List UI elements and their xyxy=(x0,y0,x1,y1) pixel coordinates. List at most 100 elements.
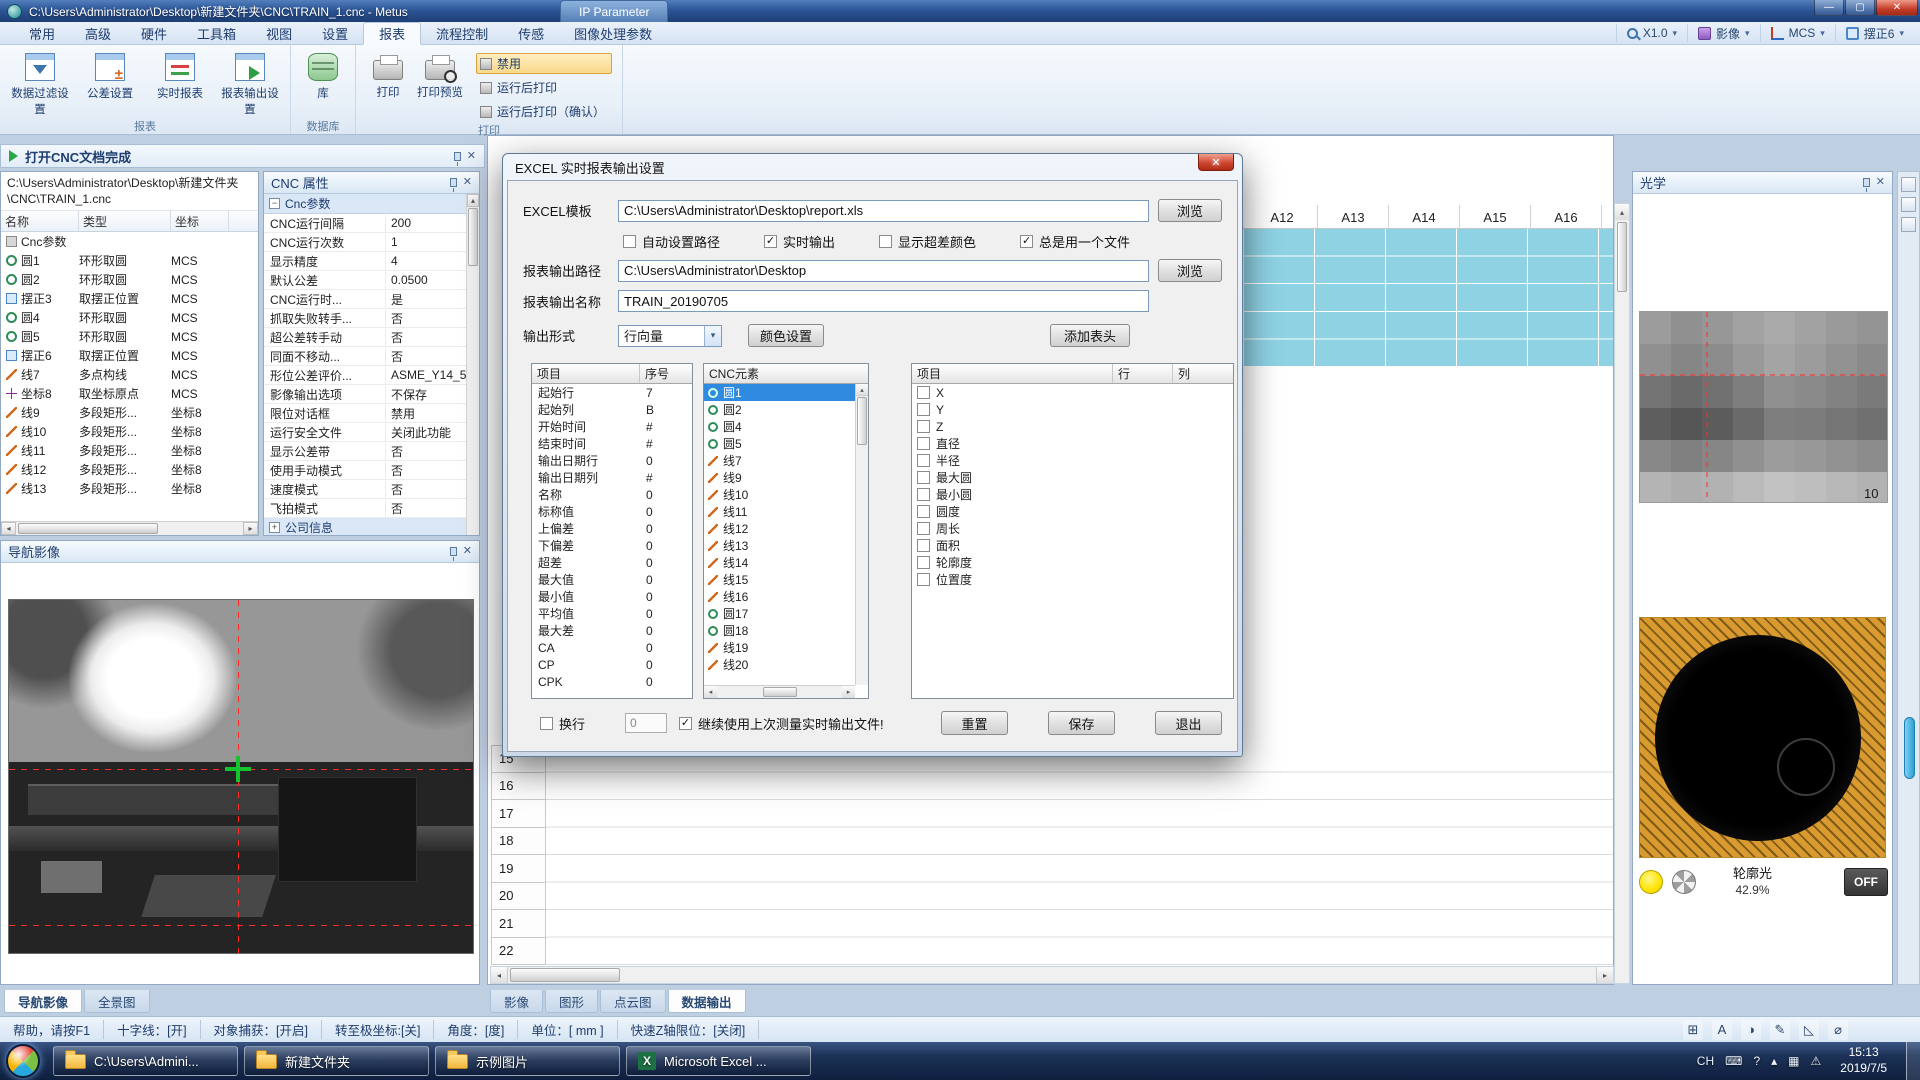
column-item[interactable]: 项目 xyxy=(912,364,1113,383)
cnc-panel-vscrollbar[interactable]: ▴ xyxy=(466,194,479,535)
sheet-row-header[interactable]: 22 xyxy=(491,938,546,966)
dialog-titlebar[interactable]: EXCEL 实时报表输出设置 ✕ xyxy=(507,154,1238,180)
checkbox-icon[interactable] xyxy=(917,573,930,586)
field-row[interactable]: 最小值 0 xyxy=(532,588,692,605)
output-name-input[interactable] xyxy=(618,290,1149,312)
view-dock-tab[interactable]: 图形 xyxy=(545,990,598,1013)
close-button[interactable]: ✕ xyxy=(1876,0,1918,16)
checkbox-icon[interactable] xyxy=(917,522,930,535)
element-row[interactable]: 线9 多段矩形... 坐标8 xyxy=(1,403,258,422)
output-item[interactable]: 面积 xyxy=(912,537,1233,554)
ribbon-button[interactable]: 公差设置 xyxy=(76,47,144,101)
statusbar-item[interactable]: 转至极坐标:[关] xyxy=(322,1020,434,1039)
field-row[interactable]: CPK 0 xyxy=(532,673,692,690)
ribbon-tab[interactable]: 硬件 xyxy=(126,22,182,44)
light-off-button[interactable]: OFF xyxy=(1844,868,1888,896)
cnc-element-item[interactable]: 线13 xyxy=(704,537,855,554)
checkbox-icon[interactable] xyxy=(917,488,930,501)
browse-output-path-button[interactable]: 浏览 xyxy=(1158,259,1222,282)
keyboard-icon[interactable]: ⌨ xyxy=(1725,1054,1742,1068)
output-path-input[interactable] xyxy=(618,260,1149,282)
element-row[interactable]: Cnc参数 xyxy=(1,232,258,251)
pin-icon[interactable] xyxy=(450,547,457,556)
sheet-row-header[interactable]: 18 xyxy=(491,828,546,856)
continue-last-file-checkbox[interactable]: 继续使用上次测量实时输出文件! xyxy=(679,714,884,733)
ribbon-tab[interactable]: 工具箱 xyxy=(182,22,251,44)
scroll-thumb[interactable] xyxy=(1617,222,1627,292)
cnc-element-item[interactable]: 线16 xyxy=(704,588,855,605)
checkbox-icon[interactable] xyxy=(917,437,930,450)
sheet-column-header[interactable]: A16 xyxy=(1531,205,1602,229)
output-item[interactable]: Y xyxy=(912,401,1233,418)
view-dropdown[interactable]: X1.0 xyxy=(1616,24,1687,42)
output-item[interactable]: 轮廓度 xyxy=(912,554,1233,571)
sheet-column-header[interactable]: A12 xyxy=(1247,205,1318,229)
field-row[interactable]: 起始行 7 xyxy=(532,384,692,401)
view-dock-tab[interactable]: 影像 xyxy=(490,990,543,1013)
element-row[interactable]: 线10 多段矩形... 坐标8 xyxy=(1,422,258,441)
save-button[interactable]: 保存 xyxy=(1048,711,1115,735)
strip-scroll-thumb[interactable] xyxy=(1904,717,1915,779)
field-row[interactable]: 平均值 0 xyxy=(532,605,692,622)
cnc-element-item[interactable]: 线7 xyxy=(704,452,855,469)
sheet-column-header[interactable]: A15 xyxy=(1460,205,1531,229)
property-row[interactable]: 默认公差 0.0500 xyxy=(264,271,468,290)
tool-icon[interactable] xyxy=(1901,197,1916,212)
navigation-camera-image[interactable] xyxy=(8,599,474,954)
ribbon-tab[interactable]: 常用 xyxy=(14,22,70,44)
sheet-row-header[interactable]: 16 xyxy=(491,773,546,801)
property-row[interactable]: 飞拍模式 否 xyxy=(264,499,468,518)
cnc-element-item[interactable]: 线19 xyxy=(704,639,855,656)
ribbon-tab[interactable]: 传感 xyxy=(503,22,559,44)
left-dock-tab[interactable]: 导航影像 xyxy=(4,990,82,1013)
statusbar-item[interactable]: 十字线：[开] xyxy=(104,1020,200,1039)
view-dropdown[interactable]: MCS xyxy=(1760,24,1835,42)
minimize-button[interactable]: — xyxy=(1814,0,1844,16)
show-hidden-icons[interactable]: ▴ xyxy=(1771,1054,1777,1068)
taskbar-app-button[interactable]: C:\Users\Admini... xyxy=(53,1046,238,1076)
dialog-option-checkbox[interactable]: 显示超差颜色 xyxy=(879,232,976,251)
ribbon-button[interactable]: 打印预览 xyxy=(414,47,466,100)
diameter-icon[interactable]: ⌀ xyxy=(1828,1020,1848,1040)
expand-icon[interactable]: + xyxy=(269,522,280,533)
field-row[interactable]: 名称 0 xyxy=(532,486,692,503)
element-row[interactable]: 线7 多点构线 MCS xyxy=(1,365,258,384)
close-icon[interactable]: ✕ xyxy=(1876,177,1885,188)
camera-live-view[interactable] xyxy=(1639,617,1886,858)
property-row[interactable]: 限位对话框 禁用 xyxy=(264,404,468,423)
dialog-option-checkbox[interactable]: 实时输出 xyxy=(764,232,835,251)
property-row[interactable]: CNC运行间隔 200 xyxy=(264,214,468,233)
field-row[interactable]: CA 0 xyxy=(532,639,692,656)
close-icon[interactable]: ✕ xyxy=(463,546,472,557)
ribbon-tab[interactable]: 报表 xyxy=(363,22,421,45)
scroll-up-icon[interactable]: ▴ xyxy=(1615,204,1629,220)
cnc-element-item[interactable]: 线9 xyxy=(704,469,855,486)
element-row[interactable]: 线12 多段矩形... 坐标8 xyxy=(1,460,258,479)
print-option[interactable]: 运行后打印（确认） xyxy=(476,101,612,122)
element-row[interactable]: 圆5 环形取圆 MCS xyxy=(1,327,258,346)
property-row[interactable]: 影像输出选项 不保存 xyxy=(264,385,468,404)
checkbox-icon[interactable] xyxy=(917,386,930,399)
view-dock-tab[interactable]: 点云图 xyxy=(600,990,666,1013)
cnc-element-item[interactable]: 线11 xyxy=(704,503,855,520)
checkbox-icon[interactable] xyxy=(623,235,636,248)
scroll-up-icon[interactable]: ▴ xyxy=(856,384,868,396)
output-item[interactable]: 周长 xyxy=(912,520,1233,537)
checkbox-icon[interactable] xyxy=(764,235,777,248)
statusbar-item[interactable]: 角度：[度] xyxy=(434,1020,518,1039)
field-row[interactable]: CP 0 xyxy=(532,656,692,673)
cnc-element-item[interactable]: 线12 xyxy=(704,520,855,537)
cnc-element-item[interactable]: 圆4 xyxy=(704,418,855,435)
checkbox-icon[interactable] xyxy=(917,505,930,518)
property-row[interactable]: 形位公差评价... ASME_Y14_5 xyxy=(264,366,468,385)
view-dropdown[interactable]: 摆正6 xyxy=(1835,24,1914,42)
field-row[interactable]: 开始时间 # xyxy=(532,418,692,435)
output-item[interactable]: 最大圆 xyxy=(912,469,1233,486)
field-row[interactable]: 超差 0 xyxy=(532,554,692,571)
scroll-thumb[interactable] xyxy=(468,208,478,266)
checkbox-icon[interactable] xyxy=(917,471,930,484)
scroll-left-icon[interactable]: ◂ xyxy=(704,686,717,698)
output-format-dropdown[interactable]: 行向量 ▾ xyxy=(618,325,722,347)
ip-parameter-tab[interactable]: IP Parameter xyxy=(560,0,668,22)
element-row[interactable]: 圆1 环形取圆 MCS xyxy=(1,251,258,270)
